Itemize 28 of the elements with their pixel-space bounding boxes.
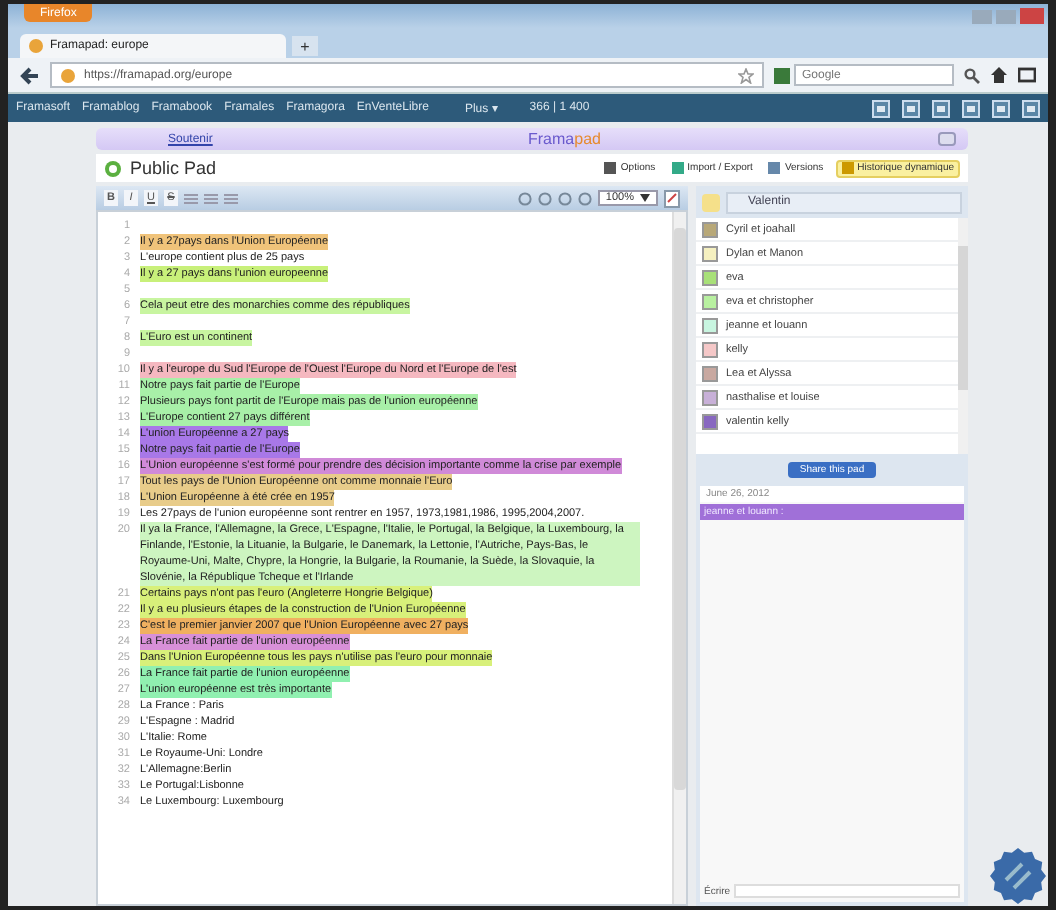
search-icon[interactable] — [964, 67, 980, 83]
search-engine-icon — [774, 67, 790, 83]
chat-input-field[interactable] — [734, 884, 960, 898]
scrollbar[interactable] — [958, 218, 968, 454]
status-icon — [104, 159, 122, 177]
action-icon — [841, 162, 854, 174]
star-icon[interactable] — [738, 67, 754, 83]
logo: Framapad — [528, 130, 603, 148]
favicon-icon — [28, 38, 44, 54]
bookmarks-icon[interactable] — [1018, 66, 1036, 84]
caret-icon — [640, 194, 650, 202]
list-icon[interactable] — [184, 191, 198, 205]
scrollbar[interactable] — [672, 212, 686, 904]
new-tab-button[interactable]: + — [292, 36, 318, 56]
seal-icon — [990, 848, 1046, 904]
back-icon[interactable] — [20, 65, 40, 85]
home-icon[interactable] — [990, 66, 1008, 84]
chat-bubble-icon[interactable] — [938, 132, 956, 146]
site-icon — [60, 67, 76, 83]
window-controls-icon[interactable] — [972, 6, 1044, 26]
action-icon — [604, 162, 617, 174]
pad-title: Public Pad — [130, 158, 217, 178]
settings-icon[interactable] — [664, 189, 680, 207]
user-color-swatch[interactable] — [702, 193, 720, 211]
action-icon — [671, 162, 684, 174]
list-icon[interactable] — [204, 191, 218, 205]
action-icon — [768, 162, 781, 174]
list-icon[interactable] — [224, 191, 238, 205]
